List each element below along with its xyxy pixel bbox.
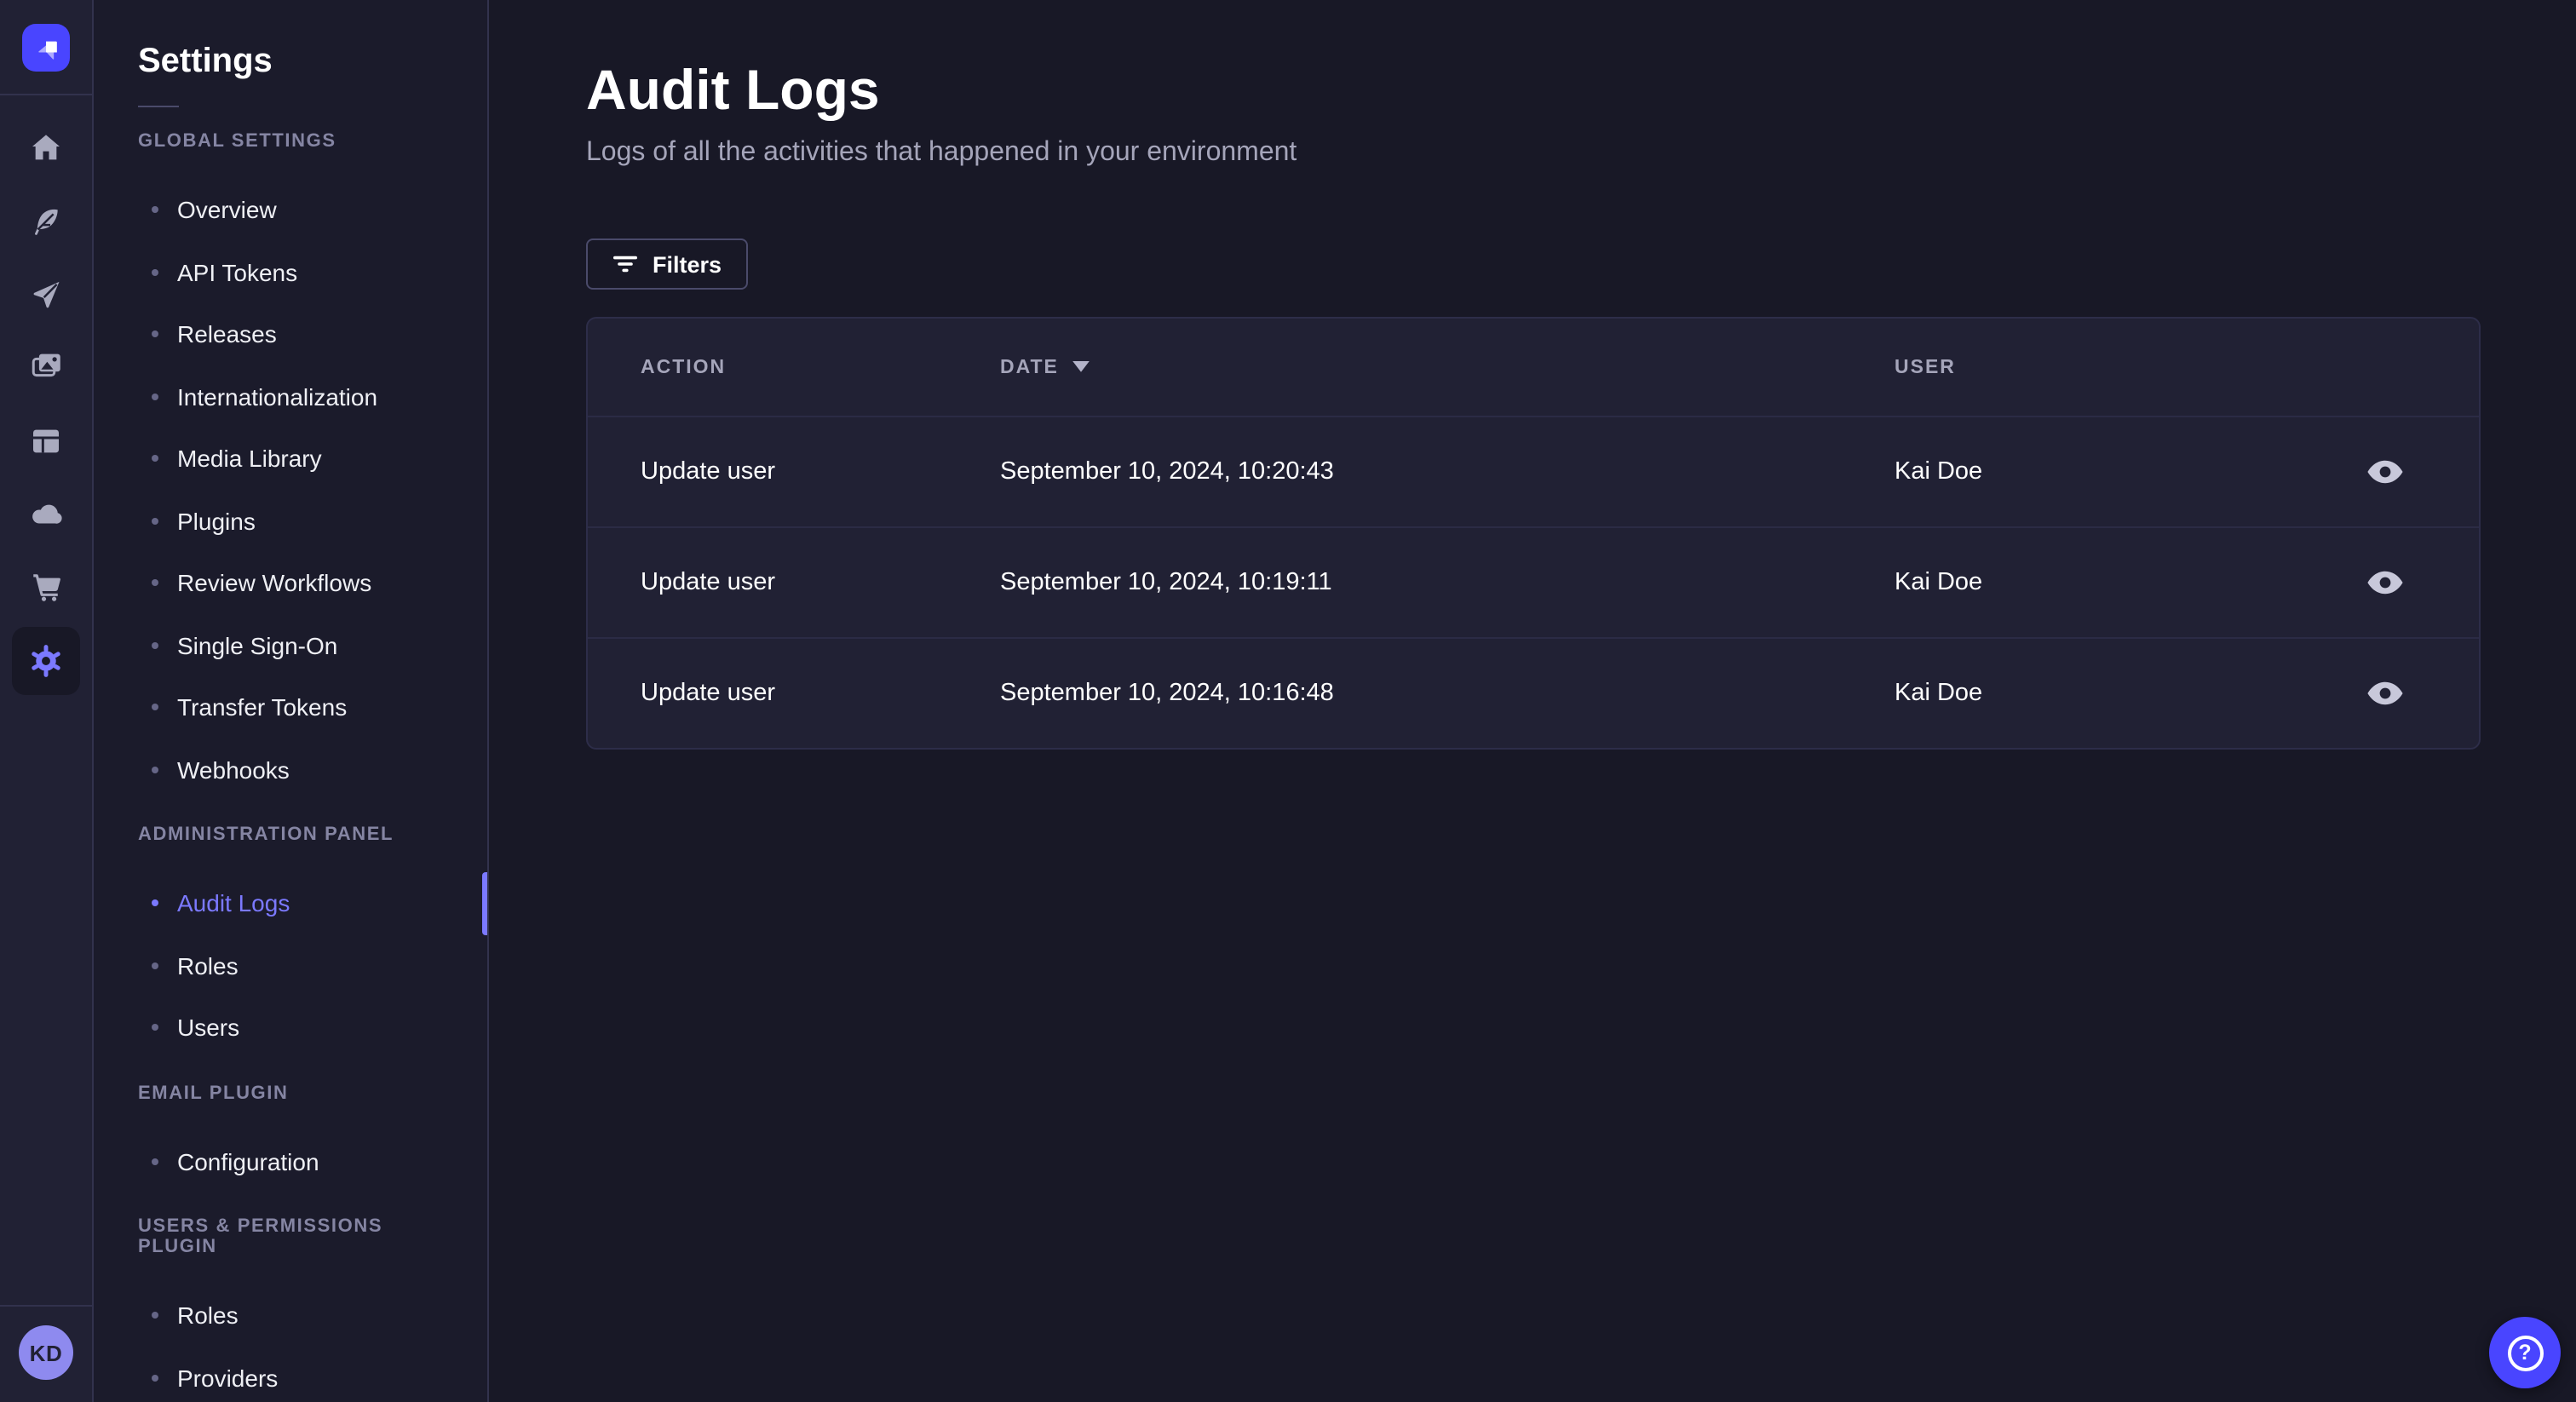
user-avatar[interactable]: KD [19,1325,73,1380]
app-window: KD Settings GLOBAL SETTINGS Overview API… [0,0,2576,1402]
active-item-indicator [482,872,487,934]
settings-active-highlight [12,626,80,694]
sidebar-item-up-providers[interactable]: Providers [94,1347,487,1402]
sidebar-item-up-roles[interactable]: Roles [94,1284,487,1347]
bullet-icon [152,641,158,649]
column-header-action: ACTION [641,357,727,377]
bullet-icon [152,1158,158,1165]
nav-cloud-icon[interactable] [0,477,93,550]
nav-settings-gear-icon[interactable] [0,623,93,697]
column-header-user: USER [1895,357,1956,377]
nav-home-icon[interactable] [0,111,93,184]
question-mark-icon: ? [2507,1335,2543,1370]
nav-content-feather-icon[interactable] [0,184,93,257]
cell-date: September 10, 2024, 10:16:48 [1000,680,1334,707]
sidebar-item-audit-logs[interactable]: Audit Logs [94,872,487,934]
cell-date: September 10, 2024, 10:19:11 [1000,569,1332,596]
filters-button[interactable]: Filters [586,238,748,290]
bullet-icon [152,1312,158,1319]
sidebar-section-users-permissions-plugin: Roles Providers [94,1271,487,1402]
cell-action: Update user [641,458,775,486]
cell-date: September 10, 2024, 10:20:43 [1000,458,1334,486]
sidebar-item-plugins[interactable]: Plugins [94,490,487,552]
sidebar-title: Settings [138,43,273,80]
section-label-users-permissions-plugin: USERS & PERMISSIONS PLUGIN [138,1216,383,1257]
sidebar-section-global-settings: Overview API Tokens Releases Internation… [94,165,487,801]
table-row[interactable]: Update user September 10, 2024, 10:19:11… [588,526,2479,637]
nav-send-plane-icon[interactable] [0,257,93,330]
view-details-eye-icon[interactable] [2357,666,2412,721]
column-header-date[interactable]: DATE [1000,357,1895,377]
nav-media-library-icon[interactable] [0,330,93,404]
sidebar-item-transfer-tokens[interactable]: Transfer Tokens [94,676,487,738]
strapi-logo-icon [22,23,70,71]
rail-divider [0,1305,92,1307]
sidebar-title-divider [138,106,179,107]
bullet-icon [152,579,158,587]
nav-marketplace-cart-icon[interactable] [0,550,93,623]
sidebar-item-internationalization[interactable]: Internationalization [94,365,487,428]
sidebar-item-review-workflows[interactable]: Review Workflows [94,552,487,614]
cell-action: Update user [641,569,775,596]
sidebar-item-email-configuration[interactable]: Configuration [94,1130,487,1192]
filters-button-label: Filters [653,251,722,277]
bullet-icon [152,455,158,463]
sidebar-item-admin-users[interactable]: Users [94,997,487,1059]
sidebar-section-administration-panel: Audit Logs Roles Users [94,859,487,1059]
sidebar-item-single-sign-on[interactable]: Single Sign-On [94,614,487,676]
bullet-icon [152,1374,158,1382]
sidebar-item-releases[interactable]: Releases [94,303,487,365]
view-details-eye-icon[interactable] [2357,555,2412,610]
audit-logs-table: ACTION DATE USER Update user September 1… [586,317,2481,750]
bullet-icon [152,899,158,907]
page-subtitle: Logs of all the activities that happened… [586,138,1297,167]
table-row[interactable]: Update user September 10, 2024, 10:20:43… [588,416,2479,526]
bullet-icon [152,962,158,969]
filter-funnel-icon [612,250,639,278]
workspace-logo-button[interactable] [0,0,92,95]
cell-user: Kai Doe [1895,458,1983,486]
sidebar-item-api-tokens[interactable]: API Tokens [94,241,487,303]
sidebar-item-admin-roles[interactable]: Roles [94,934,487,997]
sidebar-item-webhooks[interactable]: Webhooks [94,738,487,801]
bullet-icon [152,517,158,525]
bullet-icon [152,1024,158,1031]
section-label-global-settings: GLOBAL SETTINGS [138,131,336,152]
bullet-icon [152,393,158,400]
section-label-administration-panel: ADMINISTRATION PANEL [138,825,394,845]
sidebar-item-media-library[interactable]: Media Library [94,428,487,490]
sidebar-section-email-plugin: Configuration [94,1117,487,1192]
sort-desc-icon [1072,357,1091,377]
sidebar-item-overview[interactable]: Overview [94,179,487,241]
cell-action: Update user [641,680,775,707]
main-nav-rail: KD [0,0,94,1402]
bullet-icon [152,704,158,711]
bullet-icon [152,766,158,773]
section-label-email-plugin: EMAIL PLUGIN [138,1083,289,1103]
cell-user: Kai Doe [1895,680,1983,707]
rail-icon-list [0,95,92,697]
view-details-eye-icon[interactable] [2357,445,2412,499]
settings-sidebar: Settings GLOBAL SETTINGS Overview API To… [94,0,489,1402]
table-row[interactable]: Update user September 10, 2024, 10:16:48… [588,637,2479,748]
avatar-initials: KD [29,1340,63,1365]
help-button[interactable]: ? [2489,1317,2561,1388]
bullet-icon [152,268,158,276]
nav-layout-icon[interactable] [0,404,93,477]
cell-user: Kai Doe [1895,569,1983,596]
page-title: Audit Logs [586,58,880,121]
bullet-icon [152,206,158,214]
main-content: Audit Logs Logs of all the activities th… [489,0,2576,1402]
table-header-row: ACTION DATE USER [588,319,2479,416]
bullet-icon [152,330,158,338]
